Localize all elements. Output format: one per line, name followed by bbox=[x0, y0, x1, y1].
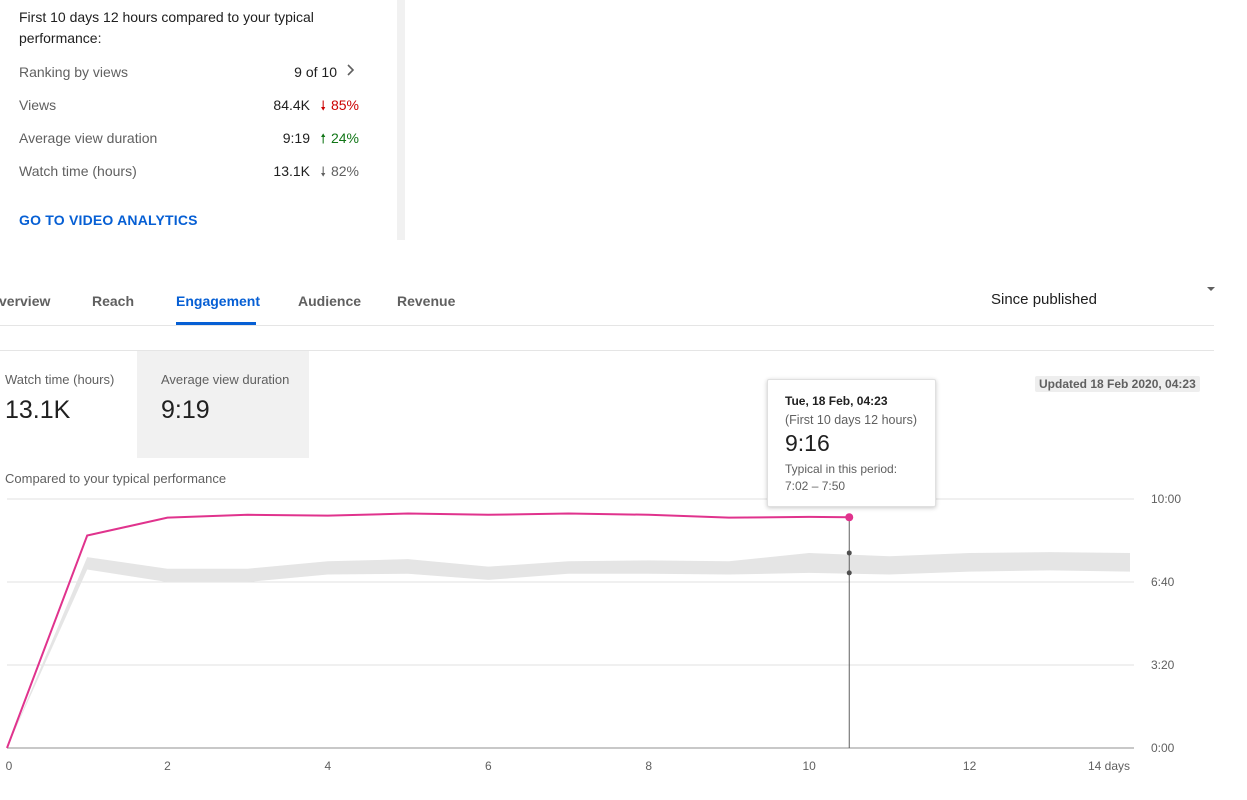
tooltip-value: 9:16 bbox=[785, 430, 830, 456]
summary-row-label: Views bbox=[19, 97, 57, 113]
compared-label: Compared to your typical performance bbox=[5, 471, 227, 486]
y-tick-label: 0:00 bbox=[1151, 741, 1175, 755]
x-tick-label: 6 bbox=[485, 759, 492, 773]
metric-value: 13.1K bbox=[5, 396, 71, 424]
summary-row-change: 🠗 82% bbox=[317, 163, 359, 185]
x-tick-label: 10 bbox=[802, 759, 816, 773]
x-tick-label: 0 bbox=[6, 759, 13, 773]
chevron-right-icon[interactable] bbox=[345, 63, 359, 82]
summary-row-label: Average view duration bbox=[19, 130, 158, 146]
x-tick-label: 8 bbox=[645, 759, 652, 773]
y-tick-label: 3:20 bbox=[1151, 658, 1175, 672]
tabs-divider bbox=[0, 325, 1214, 326]
metric-value: 9:19 bbox=[161, 396, 210, 424]
chart-tooltip: Tue, 18 Feb, 04:23 (First 10 days 12 hou… bbox=[767, 379, 936, 507]
tooltip-date: Tue, 18 Feb, 04:23 bbox=[785, 394, 888, 408]
engagement-line-chart[interactable]: 0:00 3:20 6:40 10:00 0 2 4 6 8 10 12 14 days bbox=[0, 485, 1247, 800]
arrow-down-icon: 🠗 bbox=[320, 164, 326, 179]
tooltip-typical-label: Typical in this period: bbox=[785, 462, 898, 476]
tab-reach[interactable]: Reach bbox=[92, 293, 134, 309]
summary-row-avg-duration: Average view duration 9:19 🠕 24% bbox=[19, 130, 359, 150]
summary-row-views: Views 84.4K 🠗 85% bbox=[19, 97, 359, 117]
metric-card-avg-view-duration[interactable]: Average view duration 9:19 bbox=[137, 351, 309, 458]
summary-row-label: Watch time (hours) bbox=[19, 163, 137, 179]
summary-row-value: 9 of 10 bbox=[294, 64, 337, 80]
summary-row-value: 84.4K bbox=[273, 97, 310, 113]
tooltip-period: (First 10 days 12 hours) bbox=[785, 413, 917, 427]
metric-card-watch-time[interactable]: Watch time (hours) 13.1K bbox=[0, 351, 136, 458]
arrow-up-icon: 🠕 bbox=[320, 131, 326, 146]
x-tick-label: 2 bbox=[164, 759, 171, 773]
summary-row-ranking[interactable]: Ranking by views 9 of 10 bbox=[19, 64, 359, 84]
summary-row-watch-time: Watch time (hours) 13.1K 🠗 82% bbox=[19, 163, 359, 183]
summary-row-change: 🠗 85% bbox=[317, 97, 359, 119]
summary-divider bbox=[397, 0, 405, 240]
tab-revenue[interactable]: Revenue bbox=[397, 293, 455, 309]
hover-typical-point bbox=[846, 570, 852, 576]
summary-row-value: 9:19 bbox=[282, 130, 310, 146]
y-tick-label: 6:40 bbox=[1151, 575, 1175, 589]
tab-audience[interactable]: Audience bbox=[298, 293, 361, 309]
summary-row-change: 🠕 24% bbox=[317, 130, 359, 152]
x-tick-label: 14 days bbox=[1088, 759, 1130, 773]
tooltip-typical-range: 7:02 – 7:50 bbox=[785, 479, 846, 493]
hover-typical-point bbox=[846, 550, 852, 556]
go-to-video-analytics-link[interactable]: GO TO VIDEO ANALYTICS bbox=[19, 212, 198, 228]
x-tick-label: 12 bbox=[963, 759, 977, 773]
tab-engagement[interactable]: Engagement bbox=[176, 293, 260, 309]
series-line bbox=[6, 512, 850, 749]
period-select[interactable]: Since published bbox=[991, 291, 1097, 308]
summary-row-value: 13.1K bbox=[273, 163, 310, 179]
summary-heading: First 10 days 12 hours compared to your … bbox=[19, 9, 314, 46]
tab-overview[interactable]: verview bbox=[0, 293, 50, 309]
y-tick-label: 10:00 bbox=[1151, 492, 1181, 506]
metric-label: Average view duration bbox=[161, 372, 290, 387]
arrow-down-icon: 🠗 bbox=[320, 98, 326, 113]
hover-point bbox=[845, 513, 854, 522]
summary-row-label: Ranking by views bbox=[19, 64, 128, 80]
dropdown-caret-icon[interactable] bbox=[1205, 283, 1217, 297]
updated-badge: Updated 18 Feb 2020, 04:23 bbox=[1035, 376, 1200, 392]
metric-label: Watch time (hours) bbox=[5, 372, 115, 387]
x-tick-label: 4 bbox=[325, 759, 332, 773]
performance-summary-card: First 10 days 12 hours compared to your … bbox=[0, 0, 398, 240]
